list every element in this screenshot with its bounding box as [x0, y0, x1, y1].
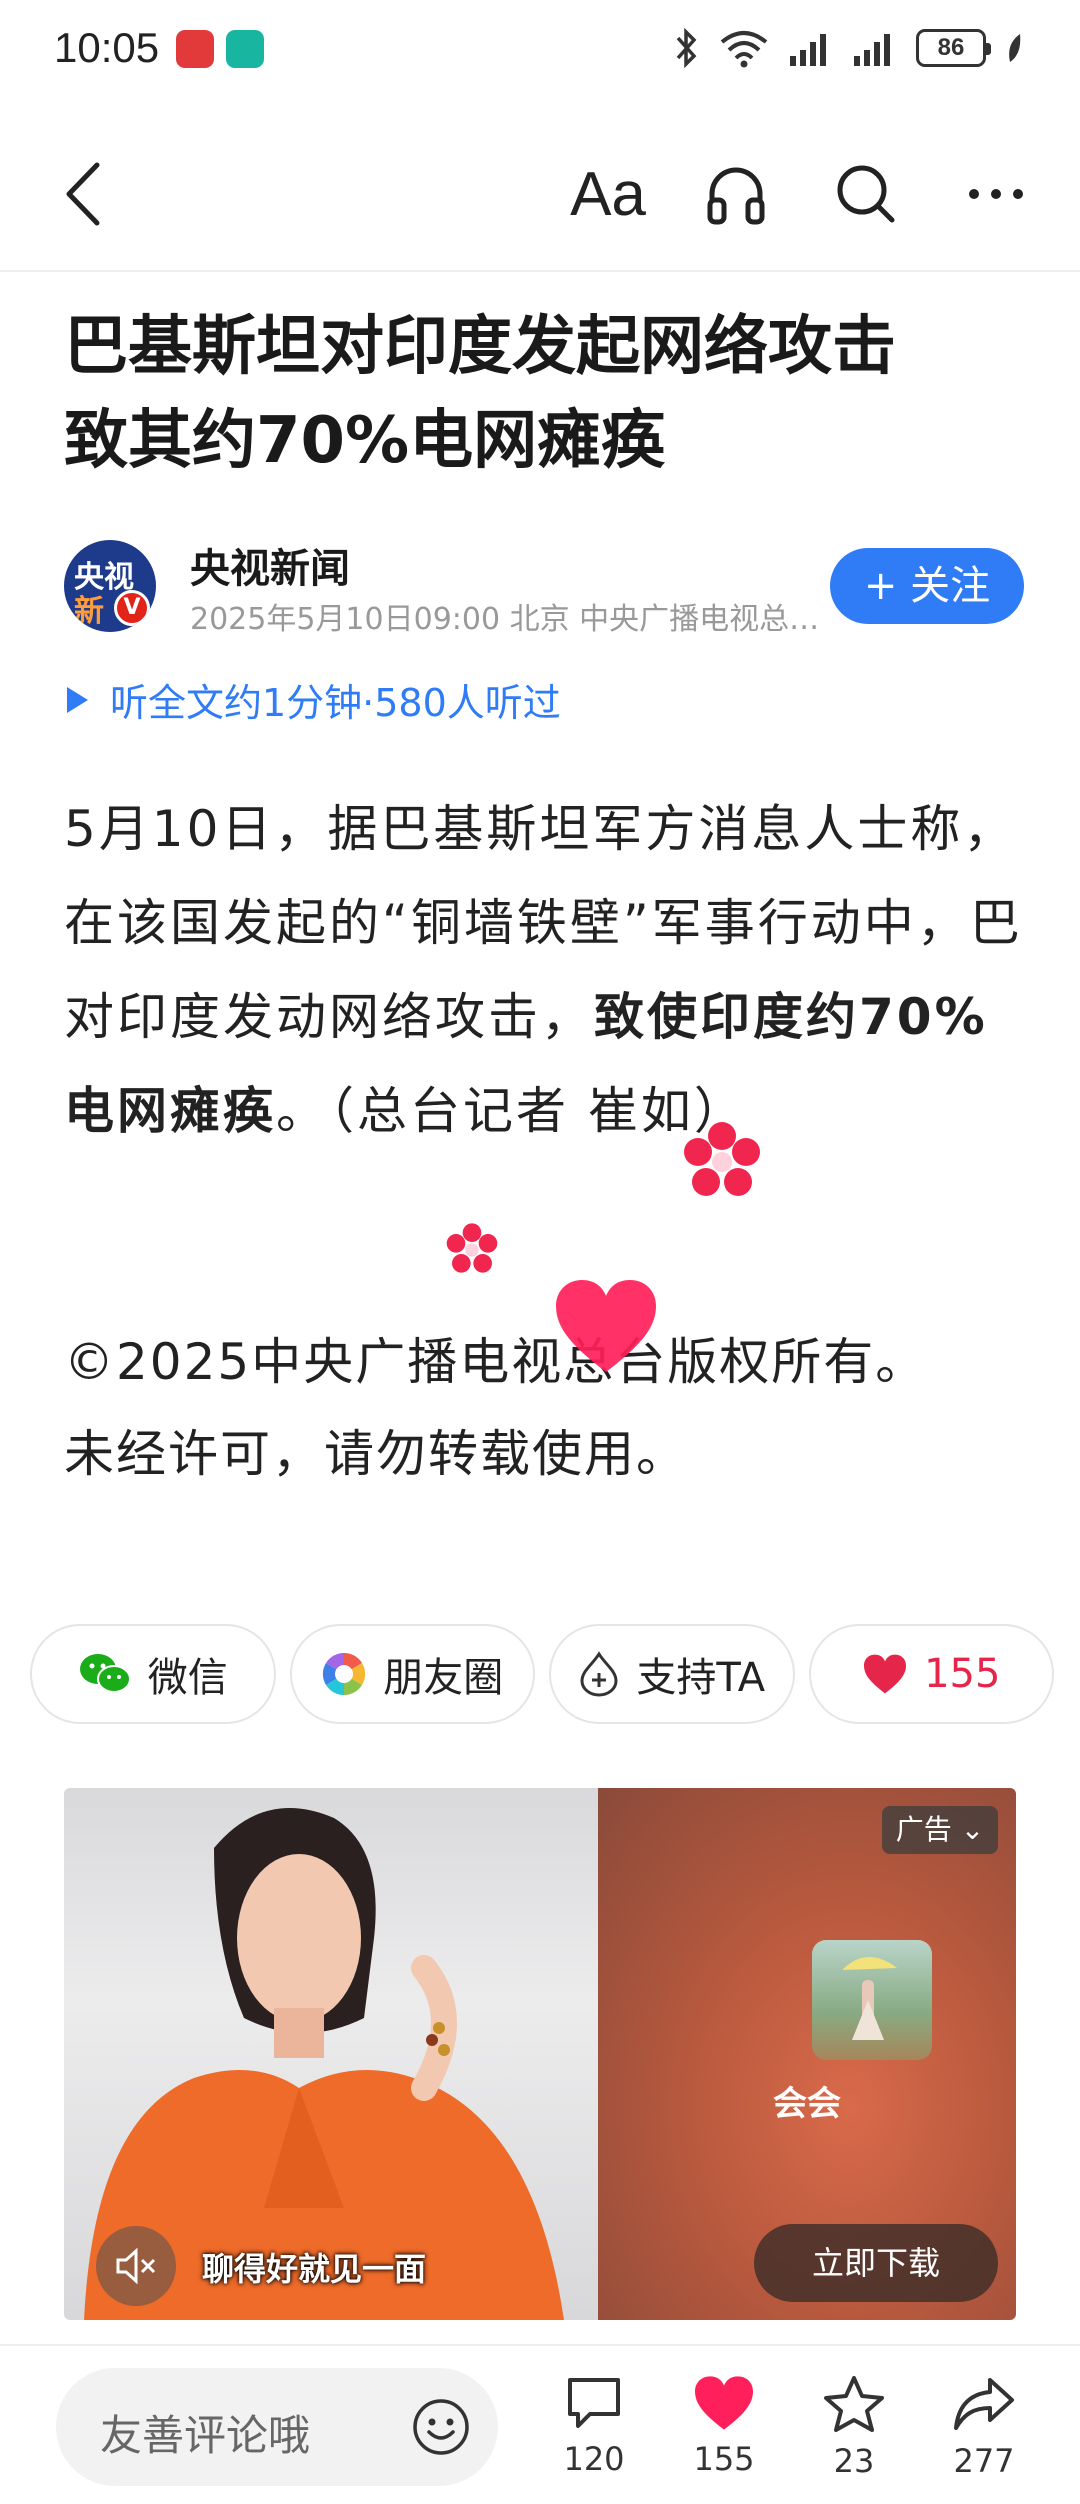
share-moments-button[interactable]: 朋友圈: [289, 1624, 535, 1724]
heart-icon: [864, 1654, 907, 1694]
listen-row[interactable]: 听全文约1分钟·580人听过: [64, 672, 561, 727]
status-indicators: 86: [674, 28, 1024, 68]
title-line-2: 致其约70%电网瘫痪: [64, 404, 666, 478]
emoji-icon[interactable]: [412, 2398, 470, 2456]
support-label: 支持TA: [636, 1655, 766, 1701]
ad-app-thumbnail[interactable]: [812, 1940, 932, 2060]
wechat-label: 微信: [147, 1655, 228, 1701]
umbrella-girl-image: [842, 1956, 897, 2040]
comment-input[interactable]: 友善评论哦: [56, 2368, 498, 2486]
listen-text: 听全文约1分钟·580人听过: [110, 681, 561, 725]
huawei-app-icon: [176, 30, 214, 68]
support-button[interactable]: 支持TA: [549, 1624, 795, 1724]
wifi-icon: [720, 31, 768, 68]
ad-app-name: 会会: [773, 2084, 841, 2124]
chevron-down-icon: ⌄: [960, 1813, 985, 1846]
mute-icon: [116, 2247, 156, 2285]
body-text-end: 。（总台记者 崔如）: [276, 1082, 747, 1140]
copyright-line-2: 未经许可，请勿转载使用。: [64, 1425, 688, 1483]
headphones-icon: [707, 167, 765, 225]
back-button[interactable]: [44, 154, 124, 234]
share-wechat-button[interactable]: 微信: [30, 1624, 276, 1724]
verified-badge: V: [114, 590, 150, 626]
bluetooth-icon: [676, 28, 697, 68]
like-button[interactable]: 155: [808, 1624, 1054, 1724]
wechat-icon: [79, 1654, 131, 1693]
forward-button[interactable]: 277: [934, 2374, 1034, 2480]
shield-app-icon: [226, 30, 264, 68]
like-count: 155: [924, 1651, 1001, 1697]
flower-icon: [684, 1122, 760, 1196]
mute-button[interactable]: [96, 2226, 176, 2306]
ad-tag-label: 广告: [895, 1813, 952, 1846]
ad-tag[interactable]: 广告 ⌄: [882, 1806, 998, 1854]
heart-icon-floating: [556, 1280, 656, 1372]
heart-filled-icon: [695, 2376, 753, 2430]
share-icon: [954, 2378, 1014, 2430]
bottom-like-count: 155: [693, 2440, 755, 2478]
comment-icon: [568, 2378, 620, 2428]
author-meta: 2025年5月10日09:00 北京 中央广播电视总台央视新闻官方账号: [190, 602, 830, 637]
signal-icon: [790, 34, 826, 66]
nav-bar: Aa: [0, 112, 1080, 272]
avatar-text-2: 新: [74, 594, 104, 629]
author-name[interactable]: 央视新闻: [190, 536, 350, 594]
star-icon: [824, 2376, 884, 2432]
font-size-button[interactable]: Aa: [568, 154, 648, 234]
bottom-like-button[interactable]: 155: [674, 2374, 774, 2478]
status-time: 10:05: [54, 24, 160, 71]
comments-button[interactable]: 120: [544, 2374, 644, 2478]
support-icon: [580, 1651, 618, 1697]
leaf-icon: [1009, 34, 1021, 62]
download-button[interactable]: 立即下载: [754, 2224, 998, 2302]
copyright: ©2025中央广播电视总台版权所有。 未经许可，请勿转载使用。: [64, 1316, 1024, 1500]
listen-button[interactable]: [696, 154, 776, 234]
author-row: 央视 新 V 央视新闻 2025年5月10日09:00 北京 中央广播电视总台央…: [64, 536, 1024, 637]
ad-caption: 聊得好就见一面: [202, 2250, 427, 2288]
bottom-bar: 友善评论哦 120 155 23 277: [0, 2344, 1080, 2504]
title-line-1: 巴基斯坦对印度发起网络攻击: [64, 310, 896, 384]
search-icon: [837, 165, 895, 223]
more-button[interactable]: [956, 154, 1036, 234]
search-button[interactable]: [826, 154, 906, 234]
follow-button[interactable]: + 关注: [830, 548, 1024, 624]
flower-icon-small: [446, 1223, 498, 1273]
article-body: 5月10日，据巴基斯坦军方消息人士称，在该国发起的“铜墙铁壁”军事行动中，巴对印…: [64, 782, 1024, 1158]
comment-placeholder: 友善评论哦: [100, 2411, 311, 2460]
battery-indicator: 86: [916, 29, 991, 67]
moments-icon: [323, 1652, 366, 1696]
comment-count: 120: [563, 2440, 625, 2478]
avatar[interactable]: 央视 新 V: [64, 540, 156, 632]
moments-label: 朋友圈: [383, 1655, 504, 1701]
status-bar: 10:05 86: [0, 0, 1080, 104]
more-icon: [969, 189, 1023, 199]
favorite-button[interactable]: 23: [804, 2374, 904, 2480]
play-icon: [67, 686, 88, 713]
share-count: 277: [953, 2442, 1015, 2480]
ad-banner[interactable]: 聊得好就见一面 广告 ⌄ 会会 立即下载: [64, 1788, 1016, 2320]
signal-icon-2: [854, 34, 890, 66]
ad-video[interactable]: 聊得好就见一面: [64, 1788, 598, 2320]
article-title: 巴基斯坦对印度发起网络攻击 致其约70%电网瘫痪: [64, 300, 1014, 488]
copyright-line-1: ©2025中央广播电视总台版权所有。: [64, 1333, 928, 1391]
chevron-left-icon: [66, 162, 100, 226]
favorite-count: 23: [833, 2442, 875, 2480]
share-row: 微信 朋友圈 支持TA 155: [30, 1624, 1054, 1724]
